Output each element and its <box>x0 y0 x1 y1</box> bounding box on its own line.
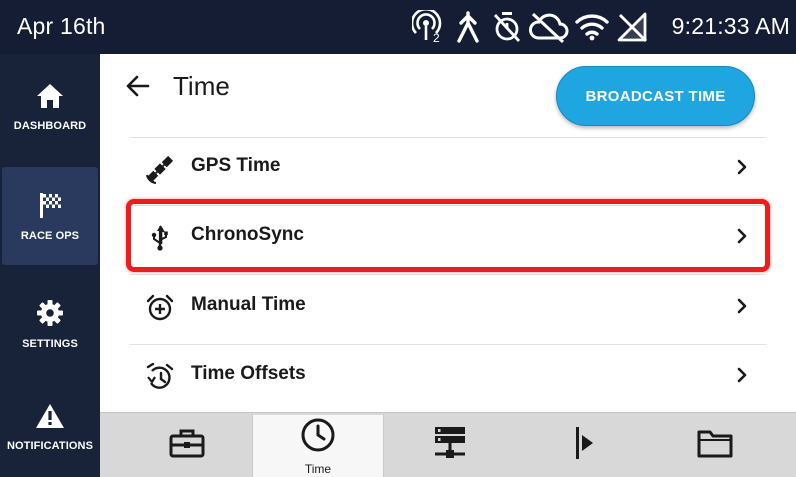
menu-item-chronosync[interactable]: ChronoSync <box>130 203 766 271</box>
warning-icon <box>35 403 65 434</box>
menu-item-time-offsets[interactable]: Time Offsets <box>130 342 766 410</box>
status-time: 9:21:33 AM <box>671 13 790 39</box>
sidebar-item-notifications[interactable]: NOTIFICATIONS <box>0 378 100 477</box>
folder-icon <box>697 428 733 463</box>
menu-item-label: Manual Time <box>191 294 306 315</box>
wifi-icon <box>572 9 612 45</box>
sidebar-item-label: RACE OPS <box>20 229 80 242</box>
start-line-flag-icon <box>573 426 597 465</box>
gps-badge: 2 <box>433 31 440 44</box>
sidebar-item-race-ops[interactable]: RACE OPS <box>2 167 98 265</box>
server-network-icon <box>433 426 467 465</box>
gps-signal-icon: 2 <box>410 9 448 45</box>
broadcast-time-button[interactable]: BROADCAST TIME <box>556 66 755 126</box>
cloud-off-icon <box>526 9 572 45</box>
menu-item-label: GPS Time <box>191 155 281 176</box>
status-icons: 2 <box>410 9 652 45</box>
main-panel: Time BROADCAST TIME GPS Time ChronoSync … <box>100 54 796 412</box>
menu-item-label: ChronoSync <box>191 224 304 245</box>
sidebar-item-label: NOTIFICATIONS <box>6 440 94 452</box>
bottom-tab-bar: Time <box>100 412 796 477</box>
chevron-right-icon <box>736 367 748 388</box>
home-icon <box>36 83 64 114</box>
checkered-flag-icon <box>37 191 63 224</box>
tab-start-line[interactable] <box>520 413 650 477</box>
alarm-add-icon <box>144 293 176 323</box>
sidebar-item-label: SETTINGS <box>22 337 78 350</box>
back-arrow-icon[interactable] <box>125 74 151 103</box>
tab-network[interactable] <box>390 413 510 477</box>
sidebar-item-dashboard[interactable]: DASHBOARD <box>0 54 100 160</box>
sidebar: DASHBOARD RACE OPS SETTINGS NOTIFICATION… <box>0 54 100 477</box>
sidebar-item-label: DASHBOARD <box>13 119 87 132</box>
antenna-icon <box>448 9 488 45</box>
menu-item-label: Time Offsets <box>191 363 306 384</box>
sidebar-item-settings[interactable]: SETTINGS <box>0 271 100 377</box>
chevron-right-icon <box>736 228 748 249</box>
status-bar: Apr 16th 2 9:21:33 AM <box>0 0 796 54</box>
clock-icon <box>300 417 336 458</box>
menu-item-gps-time[interactable]: GPS Time <box>130 134 766 202</box>
tab-toolkit[interactable] <box>127 413 247 477</box>
chevron-right-icon <box>736 298 748 319</box>
cellular-off-icon <box>612 9 652 45</box>
tab-label: Time <box>304 462 332 476</box>
briefcase-icon <box>169 428 205 463</box>
tab-files[interactable] <box>655 413 775 477</box>
menu-item-manual-time[interactable]: Manual Time <box>130 273 766 341</box>
gear-icon <box>36 299 64 332</box>
tab-time[interactable]: Time <box>252 415 384 477</box>
chevron-right-icon <box>736 159 748 180</box>
usb-icon <box>144 223 176 253</box>
timer-off-icon <box>488 9 526 45</box>
alarm-history-icon <box>144 362 176 392</box>
satellite-icon <box>144 154 176 184</box>
page-title: Time <box>173 71 230 101</box>
status-date: Apr 16th <box>17 13 106 39</box>
